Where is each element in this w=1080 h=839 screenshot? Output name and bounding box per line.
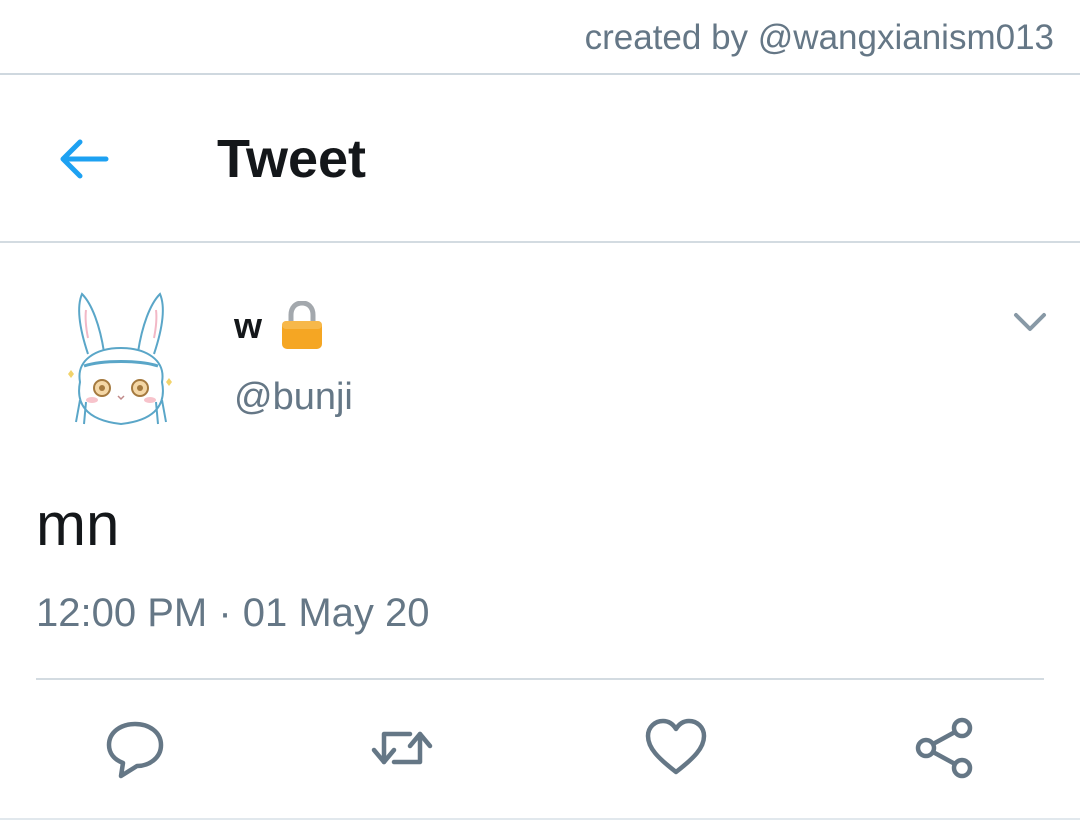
author-display-name[interactable]: w bbox=[234, 306, 262, 346]
chevron-down-icon bbox=[1014, 313, 1046, 331]
retweet-icon bbox=[371, 731, 433, 765]
divider bbox=[0, 818, 1080, 820]
reply-button[interactable] bbox=[99, 712, 171, 784]
tweet-action-bar bbox=[0, 712, 1080, 784]
tweet-timestamp: 12:00 PM · 01 May 20 bbox=[36, 591, 430, 635]
bunny-avatar-icon bbox=[68, 292, 172, 426]
back-button[interactable] bbox=[52, 127, 116, 191]
author-handle[interactable]: @bunji bbox=[234, 375, 353, 419]
reply-icon bbox=[106, 721, 164, 779]
divider bbox=[36, 678, 1044, 680]
more-options-button[interactable] bbox=[1010, 305, 1050, 337]
tweet-detail-page: created by @wangxianism013 Tweet w @bunj… bbox=[0, 0, 1080, 839]
page-title: Tweet bbox=[217, 129, 367, 189]
credit-bar: created by @wangxianism013 bbox=[0, 0, 1080, 75]
retweet-button[interactable] bbox=[366, 712, 438, 784]
like-button[interactable] bbox=[640, 712, 712, 784]
app-header: Tweet bbox=[0, 75, 1080, 243]
lock-icon bbox=[282, 301, 323, 349]
credit-text: created by @wangxianism013 bbox=[584, 18, 1054, 57]
share-icon bbox=[915, 717, 973, 779]
author-name-row[interactable]: w bbox=[234, 300, 324, 352]
arrow-left-icon bbox=[60, 139, 109, 179]
like-icon bbox=[645, 718, 707, 775]
tweet-text: mn bbox=[36, 491, 120, 558]
avatar[interactable] bbox=[62, 290, 180, 430]
share-button[interactable] bbox=[908, 712, 980, 784]
